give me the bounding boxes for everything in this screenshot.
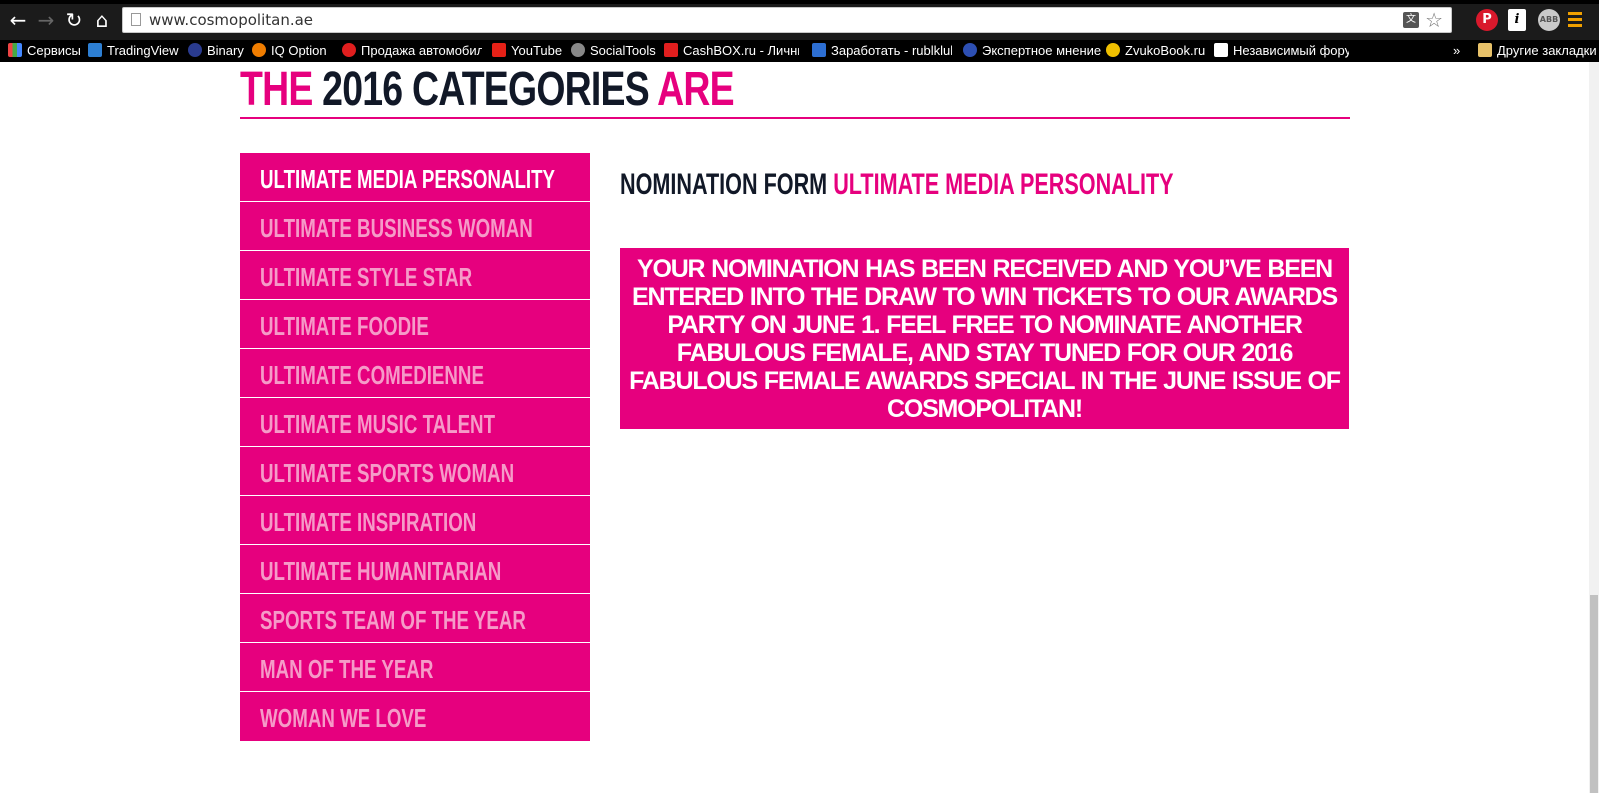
bookmark-forum[interactable]: Независимый форум bbox=[1214, 40, 1349, 62]
bookmark-iq-option[interactable]: IQ Option bbox=[252, 40, 327, 62]
iq-option-icon bbox=[252, 43, 266, 57]
bookmark-tradingview[interactable]: TradingView bbox=[88, 40, 179, 62]
form-heading-prefix: NOMINATION FORM bbox=[620, 168, 828, 201]
category-label: ULTIMATE MEDIA PERSONALITY bbox=[260, 164, 556, 194]
other-bookmarks[interactable]: Другие закладки bbox=[1478, 40, 1597, 62]
category-label: MAN OF THE YEAR bbox=[260, 654, 434, 684]
pinterest-extension-icon[interactable]: P bbox=[1476, 9, 1498, 31]
confirmation-message-box: YOUR NOMINATION HAS BEEN RECEIVED AND YO… bbox=[620, 248, 1349, 429]
category-item[interactable]: SPORTS TEAM OF THE YEAR bbox=[240, 594, 590, 643]
bookmark-car-sales[interactable]: Продажа автомобил bbox=[342, 40, 482, 62]
back-arrow-icon[interactable]: ← bbox=[6, 8, 30, 32]
category-item-active[interactable]: ULTIMATE MEDIA PERSONALITY bbox=[240, 153, 590, 202]
category-label: ULTIMATE STYLE STAR bbox=[260, 262, 473, 292]
title-divider bbox=[240, 117, 1350, 119]
category-item[interactable]: ULTIMATE BUSINESS WOMAN bbox=[240, 202, 590, 251]
category-label: ULTIMATE MUSIC TALENT bbox=[260, 409, 496, 439]
title-middle: 2016 CATEGORIES bbox=[322, 63, 650, 116]
tab-strip bbox=[0, 0, 1599, 4]
bookmark-binary[interactable]: Binary bbox=[188, 40, 244, 62]
title-are: ARE bbox=[657, 63, 734, 116]
category-item[interactable]: ULTIMATE FOODIE bbox=[240, 300, 590, 349]
tradingview-icon bbox=[88, 43, 102, 57]
home-icon[interactable]: ⌂ bbox=[90, 8, 114, 32]
apps-grid-icon bbox=[8, 43, 22, 57]
adblock-extension-icon[interactable]: ABB bbox=[1538, 9, 1560, 31]
youtube-icon bbox=[492, 43, 506, 57]
category-item[interactable]: ULTIMATE STYLE STAR bbox=[240, 251, 590, 300]
rublklub-icon bbox=[812, 43, 826, 57]
category-label: ULTIMATE SPORTS WOMAN bbox=[260, 458, 515, 488]
category-label: ULTIMATE BUSINESS WOMAN bbox=[260, 213, 533, 243]
scrollbar-thumb[interactable] bbox=[1590, 595, 1598, 793]
form-heading-category: ULTIMATE MEDIA PERSONALITY bbox=[833, 168, 1174, 201]
category-label: SPORTS TEAM OF THE YEAR bbox=[260, 605, 526, 635]
forward-arrow-icon[interactable]: → bbox=[34, 8, 58, 32]
translate-icon[interactable]: 文 bbox=[1403, 12, 1419, 28]
reload-icon[interactable]: ↻ bbox=[62, 8, 86, 32]
bookmark-socialtools[interactable]: SocialTools bbox=[571, 40, 656, 62]
bookmark-star-icon[interactable]: ☆ bbox=[1425, 8, 1443, 32]
bookmark-zvukobook[interactable]: ZvukoBook.ru bbox=[1106, 40, 1205, 62]
info-extension-icon[interactable]: i bbox=[1508, 9, 1526, 31]
title-the: THE bbox=[240, 63, 313, 116]
category-item[interactable]: ULTIMATE COMEDIENNE bbox=[240, 349, 590, 398]
page-title: THE 2016 CATEGORIES ARE bbox=[240, 63, 735, 116]
category-label: WOMAN WE LOVE bbox=[260, 703, 427, 733]
page-icon bbox=[1214, 43, 1228, 57]
binary-icon bbox=[188, 43, 202, 57]
bookmark-rublklub[interactable]: Заработать - rublklub bbox=[812, 40, 952, 62]
folder-icon bbox=[1478, 43, 1492, 57]
car-sales-icon bbox=[342, 43, 356, 57]
address-url[interactable]: www.cosmopolitan.ae bbox=[149, 11, 313, 29]
category-item[interactable]: WOMAN WE LOVE bbox=[240, 692, 590, 741]
category-label: ULTIMATE HUMANITARIAN bbox=[260, 556, 502, 586]
category-item[interactable]: ULTIMATE HUMANITARIAN bbox=[240, 545, 590, 594]
cashbox-icon bbox=[664, 43, 678, 57]
category-item[interactable]: ULTIMATE SPORTS WOMAN bbox=[240, 447, 590, 496]
bookmark-apps[interactable]: Сервисы bbox=[8, 40, 81, 62]
bookmarks-overflow-chevron[interactable]: » bbox=[1453, 40, 1460, 62]
category-label: ULTIMATE INSPIRATION bbox=[260, 507, 477, 537]
address-bar[interactable]: www.cosmopolitan.ae 文 ☆ bbox=[122, 7, 1452, 33]
page-icon bbox=[131, 13, 141, 26]
socialtools-icon bbox=[571, 43, 585, 57]
bookmark-youtube[interactable]: YouTube bbox=[492, 40, 562, 62]
category-item[interactable]: ULTIMATE INSPIRATION bbox=[240, 496, 590, 545]
bookmark-expert-opinion[interactable]: Экспертное мнение bbox=[963, 40, 1101, 62]
chrome-menu-icon[interactable] bbox=[1566, 9, 1584, 31]
expert-opinion-icon bbox=[963, 43, 977, 57]
browser-toolbar: ← → ↻ ⌂ www.cosmopolitan.ae 文 ☆ P i ABB bbox=[0, 0, 1599, 40]
bookmark-cashbox[interactable]: CashBOX.ru - Личный bbox=[664, 40, 799, 62]
category-label: ULTIMATE FOODIE bbox=[260, 311, 429, 341]
zvukobook-icon bbox=[1106, 43, 1120, 57]
bookmarks-bar: Сервисы TradingView Binary IQ Option Про… bbox=[0, 40, 1599, 62]
nomination-form-heading: NOMINATION FORM ULTIMATE MEDIA PERSONALI… bbox=[620, 168, 1174, 202]
category-list: ULTIMATE MEDIA PERSONALITY ULTIMATE BUSI… bbox=[240, 153, 590, 741]
confirmation-message: YOUR NOMINATION HAS BEEN RECEIVED AND YO… bbox=[629, 254, 1341, 423]
category-item[interactable]: ULTIMATE MUSIC TALENT bbox=[240, 398, 590, 447]
category-label: ULTIMATE COMEDIENNE bbox=[260, 360, 484, 390]
category-item[interactable]: MAN OF THE YEAR bbox=[240, 643, 590, 692]
